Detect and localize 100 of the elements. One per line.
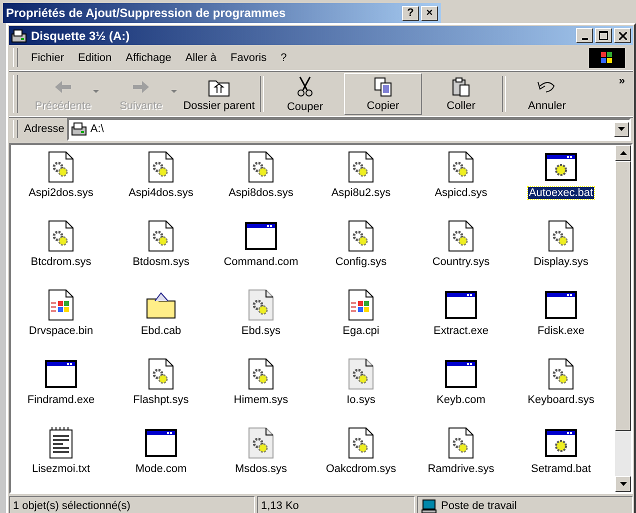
status-size: 1,13 Ko [257, 496, 415, 513]
toolbar-button[interactable]: Couper [266, 73, 344, 115]
toolbar-button[interactable]: Copier [344, 73, 422, 115]
file-item[interactable]: Autoexec.bat [511, 147, 611, 216]
text-file-icon [48, 427, 74, 459]
file-item[interactable]: Ramdrive.sys [411, 423, 511, 492]
menu-item[interactable]: ? [274, 52, 294, 64]
file-name: Ramdrive.sys [426, 463, 496, 475]
scroll-down-icon [620, 482, 626, 486]
windows-file-icon [348, 289, 374, 321]
status-zone: Poste de travail [441, 500, 517, 512]
address-field[interactable]: A:\ [67, 118, 631, 140]
dropdown-button[interactable] [614, 122, 629, 136]
file-name: Keyboard.sys [526, 394, 596, 406]
file-name: Msdos.sys [234, 463, 288, 475]
system-file-icon [448, 427, 474, 459]
file-item[interactable]: Btcdrom.sys [11, 216, 111, 285]
file-item[interactable]: Btdosm.sys [111, 216, 211, 285]
file-item[interactable]: Command.com [211, 216, 311, 285]
file-name: Ebd.cab [140, 325, 182, 337]
program-window-icon [445, 289, 477, 321]
close-button[interactable] [614, 28, 631, 43]
system-file-icon [348, 427, 374, 459]
toolbar-button[interactable]: Coller [422, 73, 500, 115]
menu-item[interactable]: Fichier [24, 52, 72, 64]
system-file-icon [348, 151, 374, 183]
status-selection: 1 objet(s) sélectionné(s) [9, 496, 255, 513]
file-name: Flashpt.sys [132, 394, 190, 406]
dialog-title: Propriétés de Ajout/Suppression de programmes [6, 6, 286, 20]
minimize-button[interactable] [576, 28, 593, 43]
file-item[interactable]: Drvspace.bin [11, 285, 111, 354]
menu-item[interactable]: Favoris [224, 52, 274, 64]
title-bar-button[interactable]: ? [402, 6, 419, 20]
file-item[interactable]: Ega.cpi [311, 285, 411, 354]
file-name: Config.sys [334, 256, 388, 268]
file-item[interactable]: Lisezmoi.txt [11, 423, 111, 492]
file-item[interactable]: Extract.exe [411, 285, 511, 354]
close-icon [618, 32, 626, 40]
file-name: Mode.com [134, 463, 188, 475]
scroll-up-icon [620, 151, 626, 155]
file-item[interactable]: Msdos.sys [211, 423, 311, 492]
file-item[interactable]: Ebd.sys [211, 285, 311, 354]
vertical-scrollbar[interactable] [615, 145, 631, 492]
file-item[interactable]: Setramd.bat [511, 423, 611, 492]
file-name: Extract.exe [432, 325, 490, 337]
program-window-icon [45, 358, 77, 390]
file-item[interactable]: Findramd.exe [11, 354, 111, 423]
system-file-icon [548, 358, 574, 390]
system-file-icon [148, 151, 174, 183]
system-file-icon [248, 289, 274, 321]
file-name: Ebd.sys [240, 325, 282, 337]
file-name: Aspi2dos.sys [28, 187, 94, 199]
file-item[interactable]: Aspicd.sys [411, 147, 511, 216]
file-item[interactable]: Flashpt.sys [111, 354, 211, 423]
file-name: Command.com [222, 256, 300, 268]
system-file-icon [48, 151, 74, 183]
menu-item[interactable]: Edition [71, 52, 119, 64]
title-bar-button[interactable]: × [421, 6, 438, 20]
menu-item[interactable]: Affichage [118, 52, 178, 64]
system-file-icon [148, 220, 174, 252]
file-item[interactable]: Oakcdrom.sys [311, 423, 411, 492]
file-item[interactable]: Aspi2dos.sys [11, 147, 111, 216]
file-item[interactable]: Display.sys [511, 216, 611, 285]
file-name: Lisezmoi.txt [30, 463, 92, 475]
windows-logo-icon [589, 48, 625, 68]
file-item[interactable]: Country.sys [411, 216, 511, 285]
computer-icon [421, 498, 437, 512]
file-name: Findramd.exe [26, 394, 96, 406]
windows-file-icon [48, 289, 74, 321]
minimize-icon [582, 38, 588, 40]
batch-file-icon [545, 151, 577, 183]
file-item[interactable]: Fdisk.exe [511, 285, 611, 354]
file-name: Display.sys [532, 256, 590, 268]
scissors-icon [295, 76, 315, 98]
file-item[interactable]: Aspi8dos.sys [211, 147, 311, 216]
file-name: Drvspace.bin [28, 325, 94, 337]
maximize-button[interactable] [595, 28, 612, 43]
menu-item[interactable]: Aller à [178, 52, 224, 64]
file-item[interactable]: Config.sys [311, 216, 411, 285]
system-file-icon [348, 220, 374, 252]
batch-file-icon [545, 427, 577, 459]
file-item[interactable]: Keyboard.sys [511, 354, 611, 423]
file-item[interactable]: Aspi4dos.sys [111, 147, 211, 216]
file-item[interactable]: Io.sys [311, 354, 411, 423]
file-name: Aspicd.sys [434, 187, 488, 199]
toolbar-overflow-button[interactable]: » [612, 73, 631, 89]
file-item[interactable]: Mode.com [111, 423, 211, 492]
file-item[interactable]: Keyb.com [411, 354, 511, 423]
file-item[interactable]: Ebd.cab [111, 285, 211, 354]
window-title: Disquette 3½ (A:) [31, 28, 130, 42]
file-item[interactable]: Himem.sys [211, 354, 311, 423]
file-name: Btcdrom.sys [30, 256, 92, 268]
system-file-icon [248, 427, 274, 459]
file-name: Country.sys [431, 256, 491, 268]
file-item[interactable]: Aspi8u2.sys [311, 147, 411, 216]
file-name: Oakcdrom.sys [324, 463, 398, 475]
toolbar-button[interactable]: Dossier parent [180, 73, 258, 115]
toolbar-button[interactable]: Annuler [508, 73, 586, 115]
system-file-icon [248, 358, 274, 390]
system-file-icon [448, 151, 474, 183]
